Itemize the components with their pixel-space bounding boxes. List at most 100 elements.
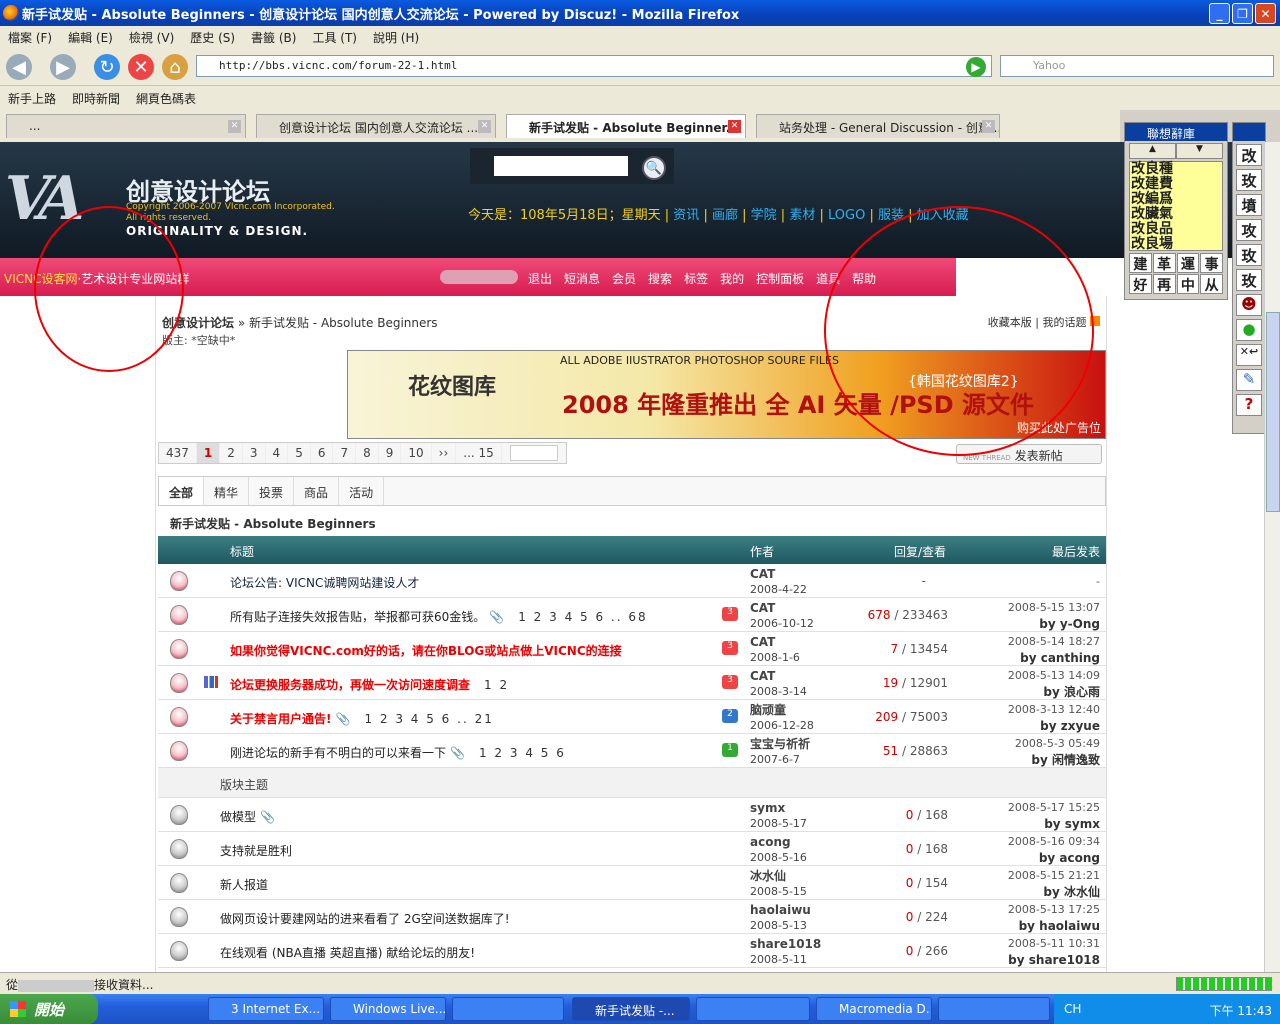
bookmark-item[interactable]: 即時新聞	[72, 90, 120, 107]
last-post[interactable]: 2008-3-13 12:40 by zxyue	[1008, 702, 1100, 735]
thread-author[interactable]: 宝宝与祈祈 2007-6-7	[750, 736, 810, 768]
tab-close-icon[interactable]: ✕	[982, 120, 995, 133]
menu-help[interactable]: 說明 (H)	[373, 29, 419, 46]
thread-author[interactable]: CAT 2008-1-6	[750, 634, 800, 666]
ime-grid-key[interactable]: 運	[1176, 253, 1200, 273]
stop-icon[interactable]: ✕	[128, 54, 154, 80]
page-next[interactable]: ››	[432, 443, 457, 463]
tab-current[interactable]: 新手试发贴 - Absolute Beginner... ✕	[506, 114, 746, 138]
page-last[interactable]: ... 15	[456, 443, 502, 463]
taskbar-ie[interactable]: 3 Internet Ex...	[208, 997, 324, 1021]
ime-grid-key[interactable]: 事	[1200, 253, 1223, 273]
filter-activity[interactable]: 活动	[339, 477, 385, 505]
close-button[interactable]: ✕	[1255, 3, 1276, 24]
page-link[interactable]: 10	[401, 443, 432, 463]
tab-close-icon[interactable]: ✕	[728, 120, 741, 133]
tab-close-icon[interactable]: ✕	[228, 120, 241, 133]
taskbar-live[interactable]: Windows Live...	[330, 997, 446, 1021]
ime-grid-key[interactable]: 革	[1152, 253, 1176, 273]
last-post[interactable]: 2008-5-11 10:31 by share1018	[1008, 936, 1100, 969]
taskbar-blurred[interactable]	[452, 997, 564, 1021]
tab-blank[interactable]: ... ✕	[6, 114, 246, 138]
thread-title-text[interactable]: 关于禁言用户通告!	[230, 712, 331, 726]
last-post[interactable]: 2008-5-15 13:07 by y-Ong	[1008, 600, 1100, 633]
arrow-down-icon[interactable]: ▼	[1176, 143, 1223, 159]
ime-candidate[interactable]: 改良場	[1131, 237, 1222, 252]
tab-general[interactable]: 站务处理 - General Discussion - 创意... ✕	[756, 114, 1000, 138]
maximize-button[interactable]: ❐	[1232, 3, 1253, 24]
thread-title[interactable]: 在线观看 (NBA直播 英超直播) 献给论坛的朋友!	[220, 944, 475, 961]
page-jump-input[interactable]	[509, 445, 558, 461]
bookmark-item[interactable]: 新手上路	[8, 90, 56, 107]
thread-pages[interactable]: 1 2 3 4 5 6 .. 21	[364, 712, 493, 726]
thread-title-text[interactable]: 做模型	[220, 810, 256, 824]
last-post[interactable]: 2008-5-3 05:49 by 闲情逸致	[1015, 736, 1100, 769]
last-post[interactable]: 2008-5-15 21:21 by 冰水仙	[1008, 868, 1100, 901]
ime-grid-key[interactable]: 中	[1176, 274, 1200, 294]
ime-grid-key[interactable]: 好	[1129, 274, 1152, 294]
last-post-author[interactable]: by 闲情逸致	[1031, 753, 1100, 767]
thread-author[interactable]: CAT 2008-4-22	[750, 566, 807, 598]
ime-grid-key[interactable]: 再	[1152, 274, 1176, 294]
menu-tools[interactable]: 工具 (T)	[312, 29, 357, 46]
start-button[interactable]: 開始	[0, 994, 98, 1024]
search-input[interactable]: Yahoo	[1000, 55, 1274, 77]
thread-author[interactable]: 脑顽童 2006-12-28	[750, 702, 814, 734]
ime-candidate[interactable]: 改臟氣	[1131, 207, 1222, 222]
last-post[interactable]: 2008-5-14 18:27 by canthing	[1008, 634, 1100, 667]
nav-logout[interactable]: 退出	[528, 270, 552, 287]
menu-edit[interactable]: 編輯 (E)	[68, 29, 113, 46]
filter-digest[interactable]: 精华	[204, 477, 250, 505]
filter-trade[interactable]: 商品	[294, 477, 340, 505]
last-post-author[interactable]: by 浪心雨	[1043, 685, 1100, 699]
thread-title-text[interactable]: 在线观看 (NBA直播 英超直播) 献给论坛的朋友!	[220, 946, 475, 960]
ime-key[interactable]: 攻	[1236, 219, 1262, 241]
thread-pages[interactable]: 1 2 3 4 5 6	[479, 746, 566, 760]
nav-gallery[interactable]: 画廊	[712, 208, 738, 223]
thread-title[interactable]: 所有贴子连接失效报告贴，举报都可获60金钱。 📎 1 2 3 4 5 6 .. 68	[230, 608, 648, 625]
page-link[interactable]: 5	[288, 443, 311, 463]
last-post-author[interactable]: by canthing	[1020, 651, 1100, 665]
nav-materials[interactable]: 素材	[789, 208, 815, 223]
help-icon[interactable]: ?	[1236, 394, 1262, 416]
nav-tags[interactable]: 标签	[684, 270, 708, 287]
address-input[interactable]: http://bbs.vicnc.com/forum-22-1.html	[196, 55, 992, 77]
bookmark-item[interactable]: 網頁色碼表	[136, 90, 196, 107]
arrow-up-icon[interactable]: ▲	[1129, 143, 1176, 159]
nav-academy[interactable]: 学院	[751, 208, 777, 223]
last-post-author[interactable]: by share1018	[1008, 953, 1100, 967]
tray-language[interactable]: CH	[1064, 1002, 1081, 1016]
tab-forum-home[interactable]: 创意设计论坛 国内创意人交流论坛 ... ✕	[256, 114, 496, 138]
thread-title[interactable]: 刚进论坛的新手有不明白的可以来看一下 📎 1 2 3 4 5 6	[230, 744, 566, 761]
last-post[interactable]: 2008-5-17 15:25 by symx	[1008, 800, 1100, 833]
thread-title-text[interactable]: 刚进论坛的新手有不明白的可以来看一下	[230, 746, 446, 760]
page-link[interactable]: 2	[220, 443, 243, 463]
last-post[interactable]: 2008-5-13 14:09 by 浪心雨	[1008, 668, 1100, 701]
home-icon[interactable]: ⌂	[162, 54, 188, 80]
magnifier-icon[interactable]: 🔍	[642, 156, 666, 180]
thread-title[interactable]: 支持就是胜利	[220, 842, 292, 859]
forward-icon[interactable]: ▶	[50, 54, 76, 80]
last-post-author[interactable]: by acong	[1039, 851, 1100, 865]
menu-history[interactable]: 歷史 (S)	[190, 29, 235, 46]
page-link[interactable]: 9	[379, 443, 402, 463]
filter-all[interactable]: 全部	[159, 477, 205, 505]
ime-key[interactable]: 玫	[1236, 244, 1262, 266]
last-post[interactable]: 2008-5-13 17:25 by haolaiwu	[1008, 902, 1100, 935]
menu-view[interactable]: 檢視 (V)	[129, 29, 174, 46]
last-post[interactable]: 2008-5-16 09:34 by acong	[1008, 834, 1100, 867]
thread-pages[interactable]: 1 2 3 4 5 6 .. 68	[518, 610, 647, 624]
menu-file[interactable]: 檔案 (F)	[8, 29, 52, 46]
nav-search[interactable]: 搜索	[648, 270, 672, 287]
thread-title-text[interactable]: 论坛更换服务器成功，再做一次访问速度调查	[230, 678, 470, 692]
taskbar-blurred-2[interactable]	[938, 997, 1050, 1021]
scrollbar-thumb[interactable]	[1266, 312, 1280, 512]
ime-candidate[interactable]: 改良種	[1131, 162, 1222, 177]
last-post[interactable]: -	[1096, 574, 1100, 590]
thread-author[interactable]: haolaiwu 2008-5-13	[750, 902, 811, 934]
thread-title[interactable]: 论坛更换服务器成功，再做一次访问速度调查 1 2	[230, 676, 509, 693]
last-post-author[interactable]: by y-Ong	[1039, 617, 1100, 631]
page-link[interactable]: 1	[196, 443, 221, 463]
last-post-author[interactable]: by 冰水仙	[1043, 885, 1100, 899]
nav-messages[interactable]: 短消息	[564, 270, 600, 287]
